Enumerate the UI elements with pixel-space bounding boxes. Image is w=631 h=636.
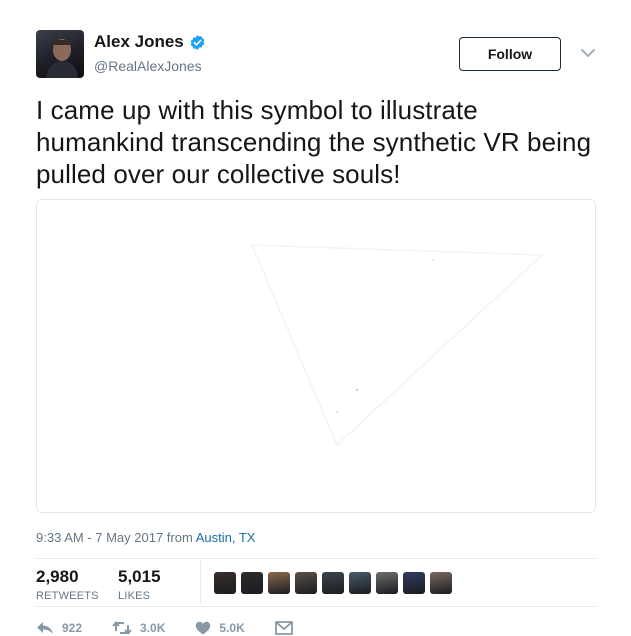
retweet-icon	[112, 621, 132, 635]
liker-avatar[interactable]	[430, 572, 452, 594]
avatar-portrait	[46, 39, 78, 78]
reply-count: 922	[62, 621, 83, 635]
liker-avatar[interactable]	[214, 572, 236, 594]
likes-count: 5,015	[118, 567, 161, 586]
heart-icon	[196, 621, 211, 635]
likes-stat[interactable]: 5,015 LIKES	[118, 567, 161, 602]
tweet-text: I came up with this symbol to illustrate…	[36, 95, 592, 189]
liker-avatar[interactable]	[349, 572, 371, 594]
retweet-count: 3.0K	[140, 621, 166, 635]
liker-avatar[interactable]	[295, 572, 317, 594]
liker-avatar[interactable]	[403, 572, 425, 594]
location-link[interactable]: Austin, TX	[196, 530, 256, 545]
timestamp-text[interactable]: 9:33 AM - 7 May 2017 from	[36, 530, 196, 545]
liker-avatar[interactable]	[268, 572, 290, 594]
retweets-count: 2,980	[36, 567, 79, 586]
tweet-timestamp: 9:33 AM - 7 May 2017 from Austin, TX	[36, 530, 255, 545]
retweets-stat[interactable]: 2,980 RETWEETS	[36, 567, 99, 602]
message-action[interactable]	[274, 621, 301, 635]
liker-avatars	[214, 572, 452, 594]
tweet-card: Alex Jones @RealAlexJones Follow I came …	[0, 0, 631, 636]
stats-separator	[200, 560, 201, 604]
divider-bottom	[36, 606, 596, 607]
like-action[interactable]: 5.0K	[195, 621, 245, 635]
retweet-action[interactable]: 3.0K	[112, 621, 165, 635]
liker-avatar[interactable]	[376, 572, 398, 594]
envelope-icon	[274, 621, 293, 635]
reply-icon	[37, 622, 53, 634]
liker-avatar[interactable]	[322, 572, 344, 594]
likes-label: LIKES	[118, 590, 151, 602]
follow-button[interactable]: Follow	[459, 37, 561, 71]
symbol-image	[250, 244, 544, 447]
author-name[interactable]: Alex Jones	[94, 32, 206, 52]
author-avatar[interactable]	[36, 30, 84, 78]
retweets-label: RETWEETS	[36, 590, 99, 602]
verified-badge-icon	[190, 34, 205, 50]
chevron-down-icon[interactable]	[580, 47, 596, 59]
liker-avatar[interactable]	[241, 572, 263, 594]
reply-action[interactable]: 922	[36, 621, 82, 635]
divider-top	[36, 558, 596, 559]
tweet-media-image[interactable]	[36, 199, 596, 513]
author-handle[interactable]: @RealAlexJones	[94, 58, 202, 74]
author-name-text: Alex Jones	[94, 32, 184, 51]
like-count: 5.0K	[219, 621, 245, 635]
tweet-actions: 922 3.0K 5.0K	[36, 621, 331, 635]
